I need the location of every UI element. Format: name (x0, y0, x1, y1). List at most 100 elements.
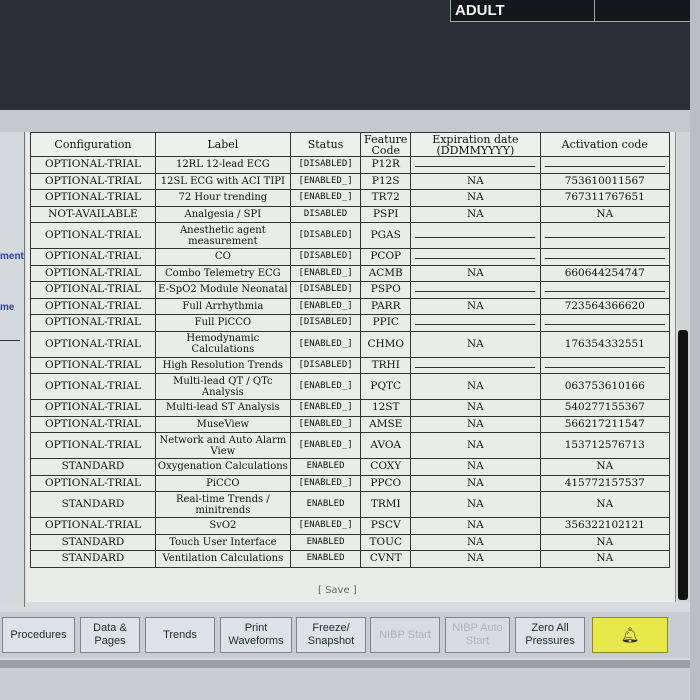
cell-expiration[interactable] (410, 314, 541, 332)
cell-activation-code[interactable] (539, 156, 671, 174)
cell-activation-code[interactable]: NA (539, 458, 671, 476)
table-row[interactable]: OPTIONAL-TRIAL Full Arrhythmia [ENABLED_] P… (30, 297, 671, 315)
table-row[interactable]: OPTIONAL-TRIAL PiCCO [ENABLED_] PPCO NA 41577… (30, 474, 671, 492)
zero-all-pressures-button[interactable]: Zero All Pressures (515, 617, 585, 653)
nibp-start-button[interactable]: NIBP Start (370, 617, 440, 653)
cell-expiration[interactable] (410, 281, 541, 299)
table-row[interactable]: OPTIONAL-TRIAL E-SpO2 Module Neonatal [DIS… (30, 281, 671, 299)
cell-activation-code[interactable]: 753610011567 (539, 172, 671, 190)
cell-configuration-text: OPTIONAL-TRIAL (44, 316, 141, 329)
cell-activation-code[interactable]: 660644254747 (539, 264, 671, 282)
cell-activation-code[interactable] (539, 222, 671, 249)
table-row[interactable]: OPTIONAL-TRIAL Network and Auto Alarm Vie… (30, 432, 671, 459)
table-row[interactable]: OPTIONAL-TRIAL 12RL 12-lead ECG [DISABLED]… (30, 156, 671, 174)
table-row[interactable]: OPTIONAL-TRIAL Full PiCCO [DISABLED] PPIC (30, 314, 671, 332)
cell-expiration[interactable]: NA (410, 330, 541, 358)
cell-activation-code[interactable]: NA (539, 491, 671, 518)
table-row[interactable]: OPTIONAL-TRIAL 12SL ECG with ACI TIPI [ENA… (30, 172, 671, 190)
empty-entry-field[interactable] (544, 159, 665, 168)
table-row[interactable]: OPTIONAL-TRIAL 72 Hour trending [ENABLED_]… (30, 189, 671, 207)
empty-entry-field[interactable] (544, 284, 665, 293)
cell-activation-code[interactable]: 767311767651 (539, 189, 671, 207)
cell-expiration[interactable]: NA (410, 205, 541, 223)
table-row[interactable]: OPTIONAL-TRIAL Multi-lead QT / QTc Analys… (30, 373, 671, 400)
empty-entry-field[interactable] (544, 360, 665, 368)
cell-feature-code-text: TR72 (371, 191, 400, 204)
freeze-snapshot-button[interactable]: Freeze/ Snapshot (296, 617, 366, 653)
table-row[interactable]: OPTIONAL-TRIAL MuseView [ENABLED_] AMSE NA 56… (30, 415, 671, 433)
table-row[interactable]: STANDARD Touch User Interface ENABLED TOUC N… (30, 533, 671, 551)
cell-expiration[interactable] (410, 222, 541, 249)
cell-expiration[interactable]: NA (410, 189, 541, 207)
cell-expiration[interactable]: NA (410, 491, 541, 518)
empty-entry-field[interactable] (544, 317, 665, 326)
cell-configuration: OPTIONAL-TRIAL (30, 356, 156, 374)
empty-entry-field[interactable] (415, 251, 536, 260)
cell-expiration[interactable] (410, 156, 541, 174)
table-row[interactable]: NOT-AVAILABLE Analgesia / SPI DISABLED PSPI… (30, 205, 671, 223)
empty-entry-field[interactable] (415, 230, 536, 238)
side-menu-label-2[interactable]: me (0, 302, 14, 313)
cell-expiration[interactable]: NA (410, 399, 541, 417)
cell-status-text: [ENABLED_] (298, 440, 353, 450)
cell-expiration[interactable]: NA (410, 415, 541, 433)
cell-activation-code[interactable]: NA (539, 550, 671, 568)
cell-expiration[interactable]: NA (410, 264, 541, 282)
table-row[interactable]: OPTIONAL-TRIAL Combo Telemetry ECG [ENABLE… (30, 264, 671, 282)
side-menu-label-1[interactable]: ment (0, 251, 24, 262)
cell-activation-code[interactable]: 415772157537 (539, 474, 671, 492)
cell-activation-code[interactable]: 566217211547 (539, 415, 671, 433)
save-button[interactable]: [ Save ] (318, 585, 357, 596)
cell-expiration[interactable]: NA (410, 550, 541, 568)
table-row[interactable]: OPTIONAL-TRIAL Multi-lead ST Analysis [ENA… (30, 399, 671, 417)
scrollbar-thumb[interactable] (678, 330, 688, 600)
empty-entry-field[interactable] (544, 251, 665, 260)
cell-feature-code-text: PARR (370, 299, 401, 312)
cell-expiration[interactable]: NA (410, 533, 541, 551)
cell-activation-code[interactable] (539, 314, 671, 332)
cell-activation-code[interactable]: 356322102121 (539, 517, 671, 535)
empty-entry-field[interactable] (415, 284, 536, 293)
cell-expiration[interactable]: NA (410, 373, 541, 400)
empty-entry-field[interactable] (415, 317, 536, 326)
table-row[interactable]: STANDARD Real-time Trends / minitrends ENA… (30, 491, 671, 518)
table-row[interactable]: OPTIONAL-TRIAL High Resolution Trends [DIS… (30, 356, 671, 374)
nibp-auto-start-button[interactable]: NIBP Auto Start (445, 617, 510, 653)
cell-expiration[interactable] (410, 356, 541, 374)
cell-activation-code[interactable]: NA (539, 205, 671, 223)
cell-activation-code[interactable]: 153712576713 (539, 432, 671, 459)
cell-activation-code[interactable] (539, 248, 671, 266)
trends-button[interactable]: Trends (145, 617, 215, 653)
cell-configuration: OPTIONAL-TRIAL (30, 222, 156, 249)
table-row[interactable]: OPTIONAL-TRIAL Hemodynamic Calculations [E… (30, 330, 671, 358)
table-row[interactable]: OPTIONAL-TRIAL Anesthetic agent measureme… (30, 222, 671, 249)
cell-activation-code[interactable] (539, 281, 671, 299)
cell-activation-code[interactable]: 540277155367 (539, 399, 671, 417)
print-waveforms-button[interactable]: Print Waveforms (220, 617, 292, 653)
cell-activation-code[interactable]: 063753610166 (539, 373, 671, 400)
data-pages-button[interactable]: Data & Pages (80, 617, 140, 653)
cell-activation-code[interactable]: 176354332551 (539, 330, 671, 358)
cell-status-text: [ENABLED_] (298, 381, 353, 391)
table-row[interactable]: STANDARD Ventilation Calculations ENABLED C… (30, 550, 671, 568)
cell-expiration[interactable]: NA (410, 474, 541, 492)
cell-activation-code[interactable]: 723564366620 (539, 297, 671, 315)
alarm-silence-button[interactable]: 🔔︎ (592, 617, 668, 653)
table-row[interactable]: OPTIONAL-TRIAL CO [DISABLED] PCOP (30, 248, 671, 266)
cell-expiration[interactable]: NA (410, 297, 541, 315)
cell-status-text: [ENABLED_] (298, 175, 353, 186)
cell-expiration[interactable]: NA (410, 458, 541, 476)
table-row[interactable]: STANDARD Oxygenation Calculations ENABLED C… (30, 458, 671, 476)
procedures-button[interactable]: Procedures (2, 617, 75, 653)
cell-expiration[interactable]: NA (410, 432, 541, 459)
cell-expiration[interactable] (410, 248, 541, 266)
cell-label-text: Anesthetic agent measurement (179, 224, 266, 247)
empty-entry-field[interactable] (415, 159, 536, 168)
table-row[interactable]: OPTIONAL-TRIAL SvO2 [ENABLED_] PSCV NA 356322… (30, 517, 671, 535)
cell-expiration[interactable]: NA (410, 172, 541, 190)
cell-expiration[interactable]: NA (410, 517, 541, 535)
empty-entry-field[interactable] (544, 230, 665, 238)
empty-entry-field[interactable] (415, 360, 536, 368)
cell-activation-code[interactable] (539, 356, 671, 374)
cell-activation-code[interactable]: NA (539, 533, 671, 551)
